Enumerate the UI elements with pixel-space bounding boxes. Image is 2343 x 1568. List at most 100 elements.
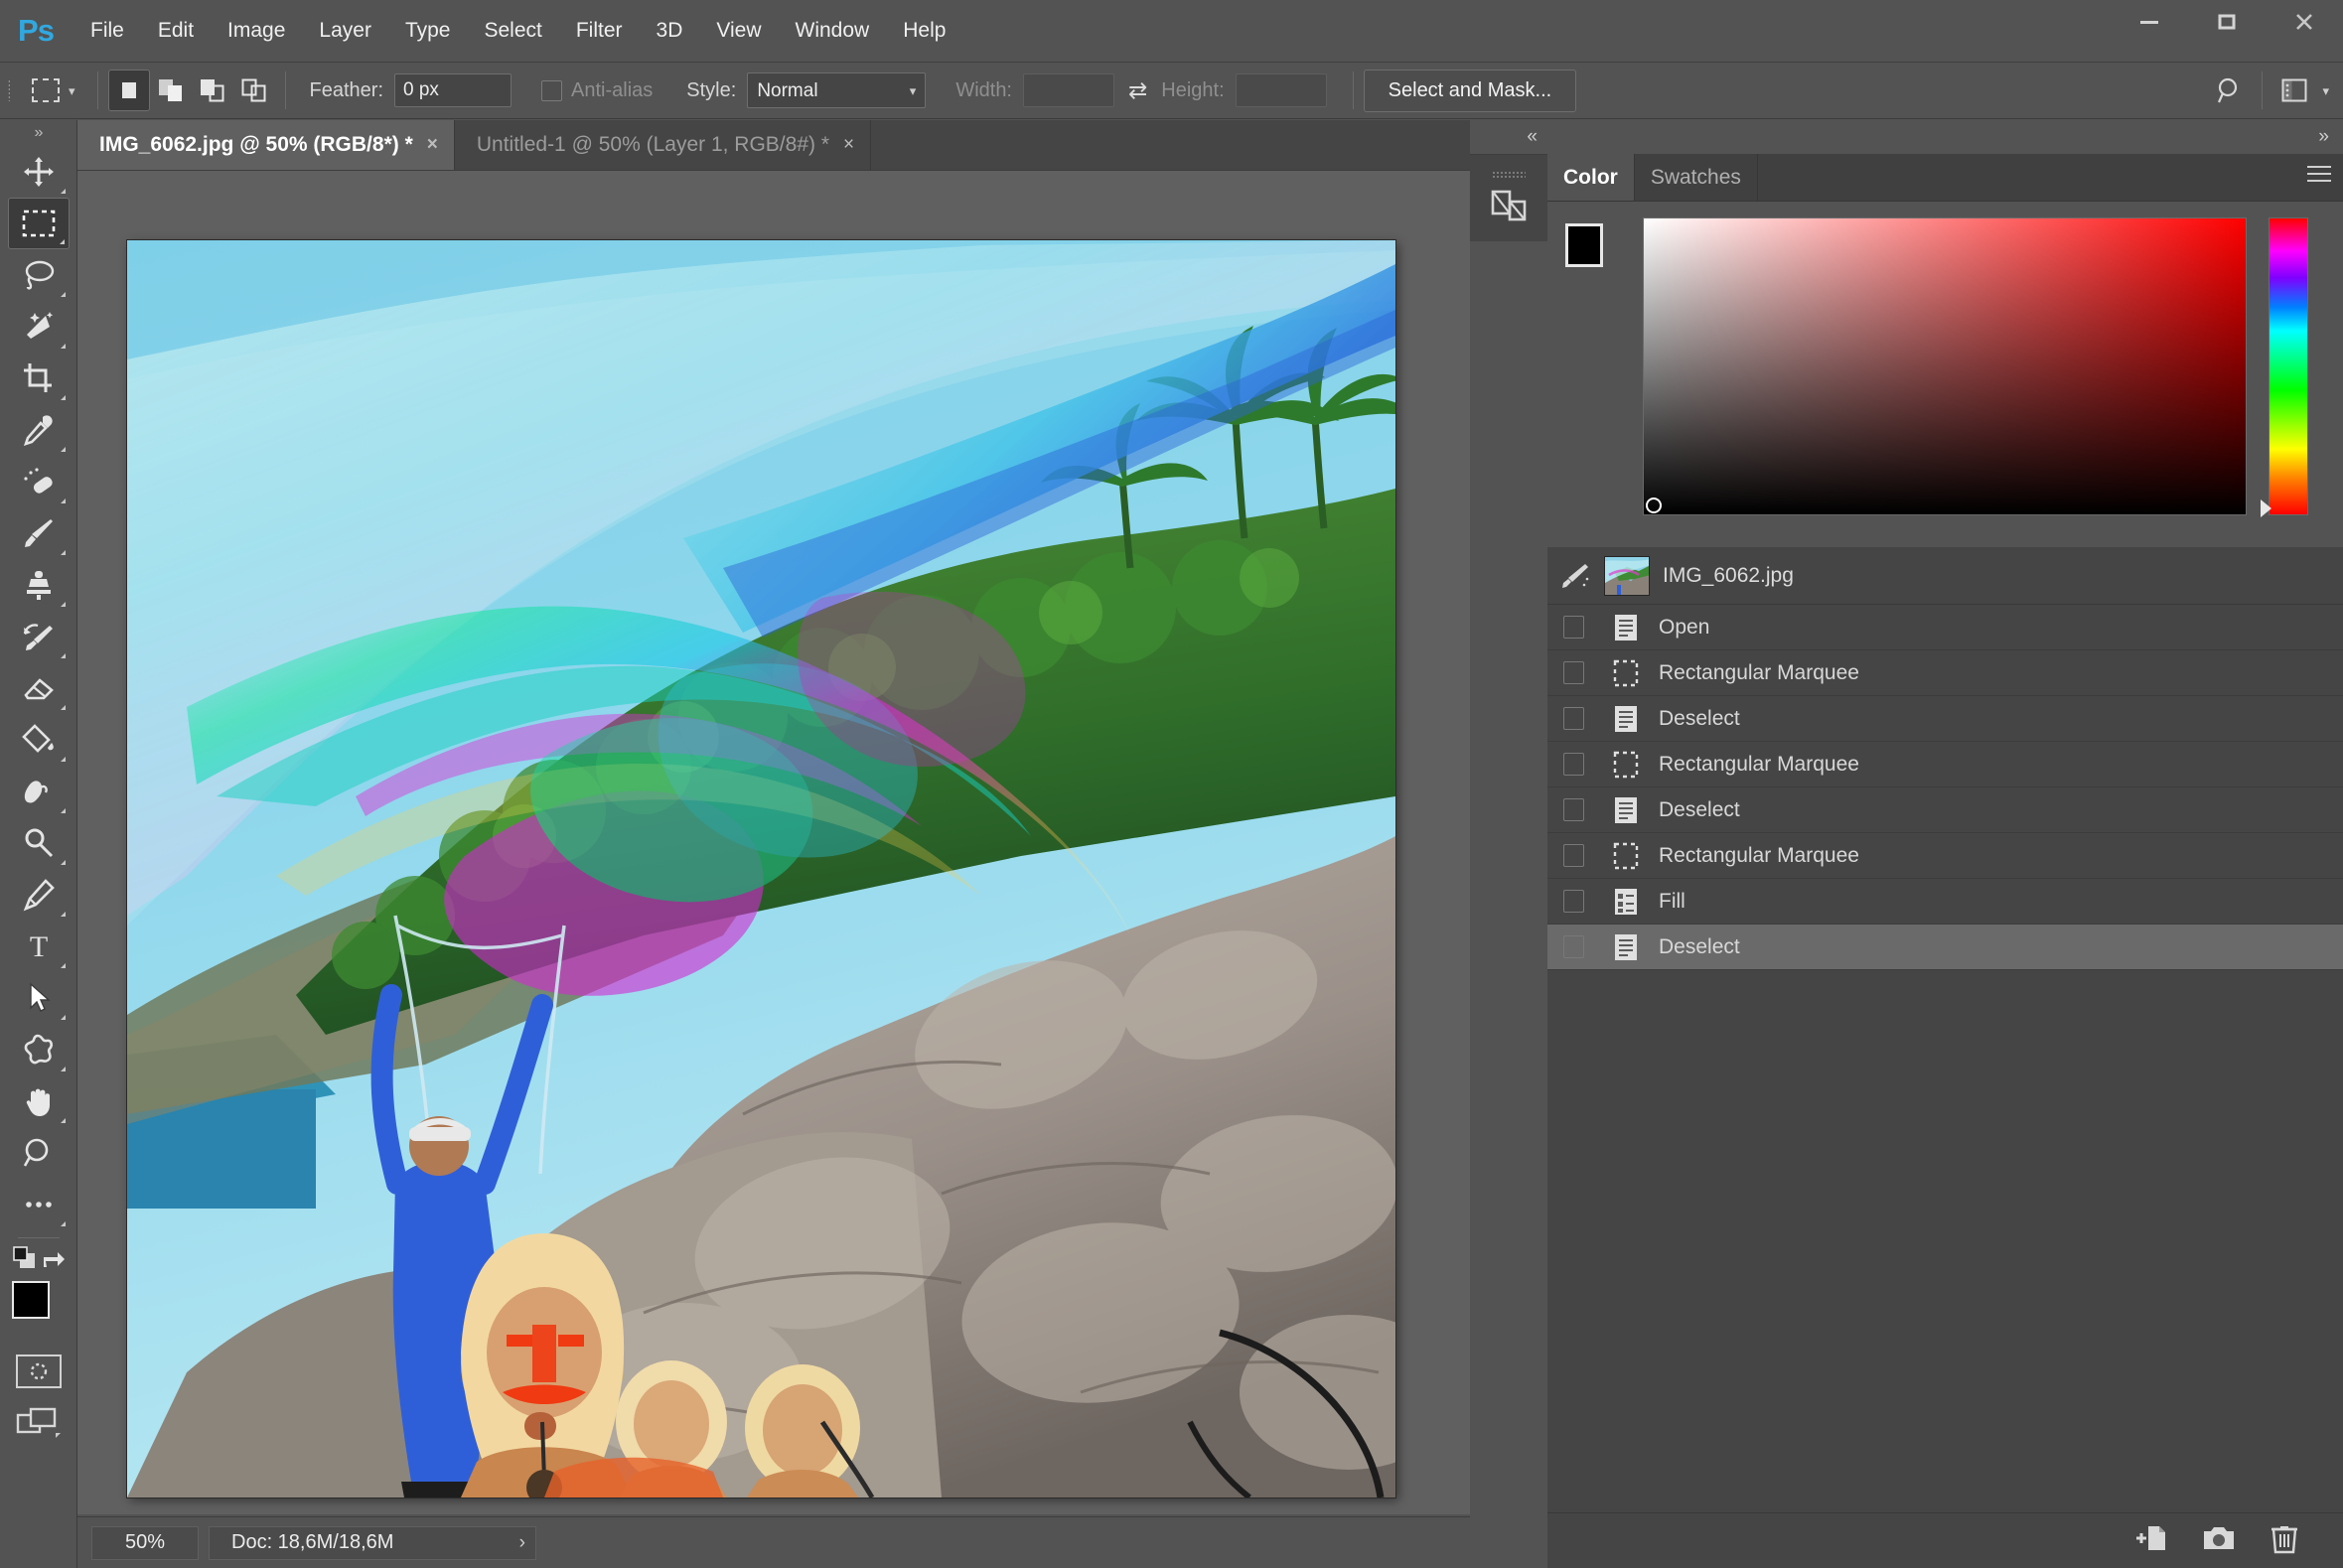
anti-alias-checkbox[interactable] <box>541 79 563 101</box>
screen-mode-button[interactable] <box>16 1406 62 1440</box>
history-state-marquee-1[interactable]: Rectangular Marquee <box>1547 650 2343 696</box>
type-tool[interactable]: T <box>8 921 70 972</box>
minimize-button[interactable] <box>2111 0 2188 44</box>
swap-colors-icon[interactable] <box>42 1245 68 1269</box>
pen-tool[interactable] <box>8 869 70 921</box>
adjustments-panel-button[interactable] <box>1470 154 1547 241</box>
new-selection-button[interactable] <box>107 70 150 111</box>
history-state-open[interactable]: Open <box>1547 605 2343 650</box>
document-tab-untitled1[interactable]: Untitled-1 @ 50% (Layer 1, RGB/8#) * × <box>454 120 872 170</box>
intersect-with-selection-button[interactable] <box>233 70 275 111</box>
lasso-tool[interactable] <box>8 249 70 301</box>
history-state-deselect-3[interactable]: Deselect <box>1547 925 2343 970</box>
history-state-checkbox[interactable] <box>1563 890 1584 913</box>
hue-slider[interactable] <box>2269 217 2308 515</box>
rectangular-marquee-tool[interactable] <box>7 198 70 249</box>
custom-shape-tool[interactable] <box>8 1024 70 1075</box>
foreground-color-swatch[interactable] <box>1565 223 1603 267</box>
history-state-deselect-2[interactable]: Deselect <box>1547 787 2343 833</box>
tab-swatches[interactable]: Swatches <box>1634 154 1758 201</box>
swap-width-height-icon[interactable]: ⇄ <box>1128 77 1147 104</box>
color-picker-field[interactable] <box>1643 217 2247 515</box>
quick-mask-button[interactable] <box>15 1354 62 1388</box>
menu-3d[interactable]: 3D <box>640 12 700 50</box>
quick-selection-tool[interactable] <box>8 301 70 353</box>
select-and-mask-button[interactable]: Select and Mask... <box>1363 69 1577 112</box>
tool-preset-picker[interactable]: ▾ <box>18 78 87 102</box>
history-state-deselect-1[interactable]: Deselect <box>1547 696 2343 742</box>
menu-window[interactable]: Window <box>779 12 887 50</box>
delete-state-button[interactable] <box>2270 1522 2299 1559</box>
maximize-button[interactable] <box>2188 0 2266 44</box>
width-input[interactable] <box>1023 73 1114 107</box>
document-info[interactable]: Doc: 18,6M/18,6M › <box>209 1525 536 1560</box>
height-input[interactable] <box>1235 73 1327 107</box>
gradient-tool[interactable] <box>8 714 70 766</box>
history-state-checkbox[interactable] <box>1563 707 1584 730</box>
history-state-checkbox[interactable] <box>1563 753 1584 776</box>
search-button[interactable] <box>2208 69 2252 112</box>
color-picker-marker[interactable] <box>1646 498 1662 513</box>
menu-image[interactable]: Image <box>211 12 302 50</box>
expand-panels-button[interactable]: » <box>1547 120 2343 154</box>
dodge-tool[interactable] <box>8 817 70 869</box>
menu-file[interactable]: File <box>73 12 141 50</box>
menu-filter[interactable]: Filter <box>559 12 640 50</box>
brush-tool[interactable] <box>8 507 70 559</box>
move-tool[interactable] <box>8 146 70 198</box>
close-icon[interactable]: × <box>843 134 854 156</box>
history-state-checkbox[interactable] <box>1563 844 1584 867</box>
panel-menu-icon[interactable] <box>2307 166 2331 187</box>
options-bar-grip[interactable] <box>0 62 18 119</box>
default-colors-icon[interactable] <box>12 1245 38 1269</box>
menu-edit[interactable]: Edit <box>141 12 211 50</box>
history-state-marquee-2[interactable]: Rectangular Marquee <box>1547 742 2343 787</box>
tab-color[interactable]: Color <box>1547 154 1635 201</box>
hue-slider-marker[interactable] <box>2261 499 2271 517</box>
image-canvas[interactable] <box>127 240 1395 1497</box>
create-new-snapshot-button[interactable] <box>2202 1524 2236 1557</box>
close-button[interactable] <box>2266 0 2343 44</box>
create-document-from-state-button[interactable] <box>2134 1523 2168 1558</box>
edit-toolbar-button[interactable] <box>8 1179 70 1230</box>
collapse-panels-button[interactable]: « <box>1470 120 1547 154</box>
foreground-background-colors[interactable] <box>8 1279 70 1341</box>
history-state-marquee-3[interactable]: Rectangular Marquee <box>1547 833 2343 879</box>
subtract-from-selection-button[interactable] <box>192 70 233 111</box>
history-snapshot-row[interactable]: IMG_6062.jpg <box>1547 547 2343 605</box>
add-to-selection-button[interactable] <box>150 70 192 111</box>
history-state-checkbox[interactable] <box>1563 616 1584 639</box>
crop-tool[interactable] <box>8 353 70 404</box>
history-brush-source-icon[interactable] <box>1561 561 1591 591</box>
history-state-checkbox[interactable] <box>1563 661 1584 684</box>
color-panel-swatches[interactable] <box>1565 223 1629 293</box>
zoom-tool[interactable] <box>8 1127 70 1179</box>
document-tab-img6062[interactable]: IMG_6062.jpg @ 50% (RGB/8*) * × <box>77 120 455 170</box>
chevron-down-icon[interactable]: ▾ <box>2322 84 2329 97</box>
menu-help[interactable]: Help <box>886 12 962 50</box>
history-state-checkbox[interactable] <box>1563 935 1584 958</box>
clone-stamp-tool[interactable] <box>8 559 70 611</box>
eraser-tool[interactable] <box>8 662 70 714</box>
toolbar-grip[interactable]: » <box>0 120 76 146</box>
foreground-color-swatch[interactable] <box>11 1281 50 1319</box>
zoom-level-field[interactable]: 50% <box>91 1525 199 1560</box>
menu-layer[interactable]: Layer <box>302 12 388 50</box>
menu-select[interactable]: Select <box>467 12 558 50</box>
eyedropper-tool[interactable] <box>8 404 70 456</box>
close-icon[interactable]: × <box>427 134 438 156</box>
history-state-fill[interactable]: Fill <box>1547 879 2343 925</box>
chevron-right-icon[interactable]: › <box>519 1532 525 1554</box>
history-brush-tool[interactable] <box>8 611 70 662</box>
menu-type[interactable]: Type <box>388 12 468 50</box>
menu-view[interactable]: View <box>699 12 778 50</box>
canvas-viewport[interactable] <box>77 170 1470 1514</box>
blur-tool[interactable] <box>8 766 70 817</box>
workspace-switcher-button[interactable] <box>2272 69 2316 112</box>
path-selection-tool[interactable] <box>8 972 70 1024</box>
hand-tool[interactable] <box>8 1075 70 1127</box>
history-state-checkbox[interactable] <box>1563 798 1584 821</box>
style-select[interactable]: Normal Fixed Ratio Fixed Size <box>747 72 927 108</box>
feather-input[interactable] <box>394 73 513 107</box>
anti-alias-control[interactable]: Anti-alias <box>541 79 653 102</box>
